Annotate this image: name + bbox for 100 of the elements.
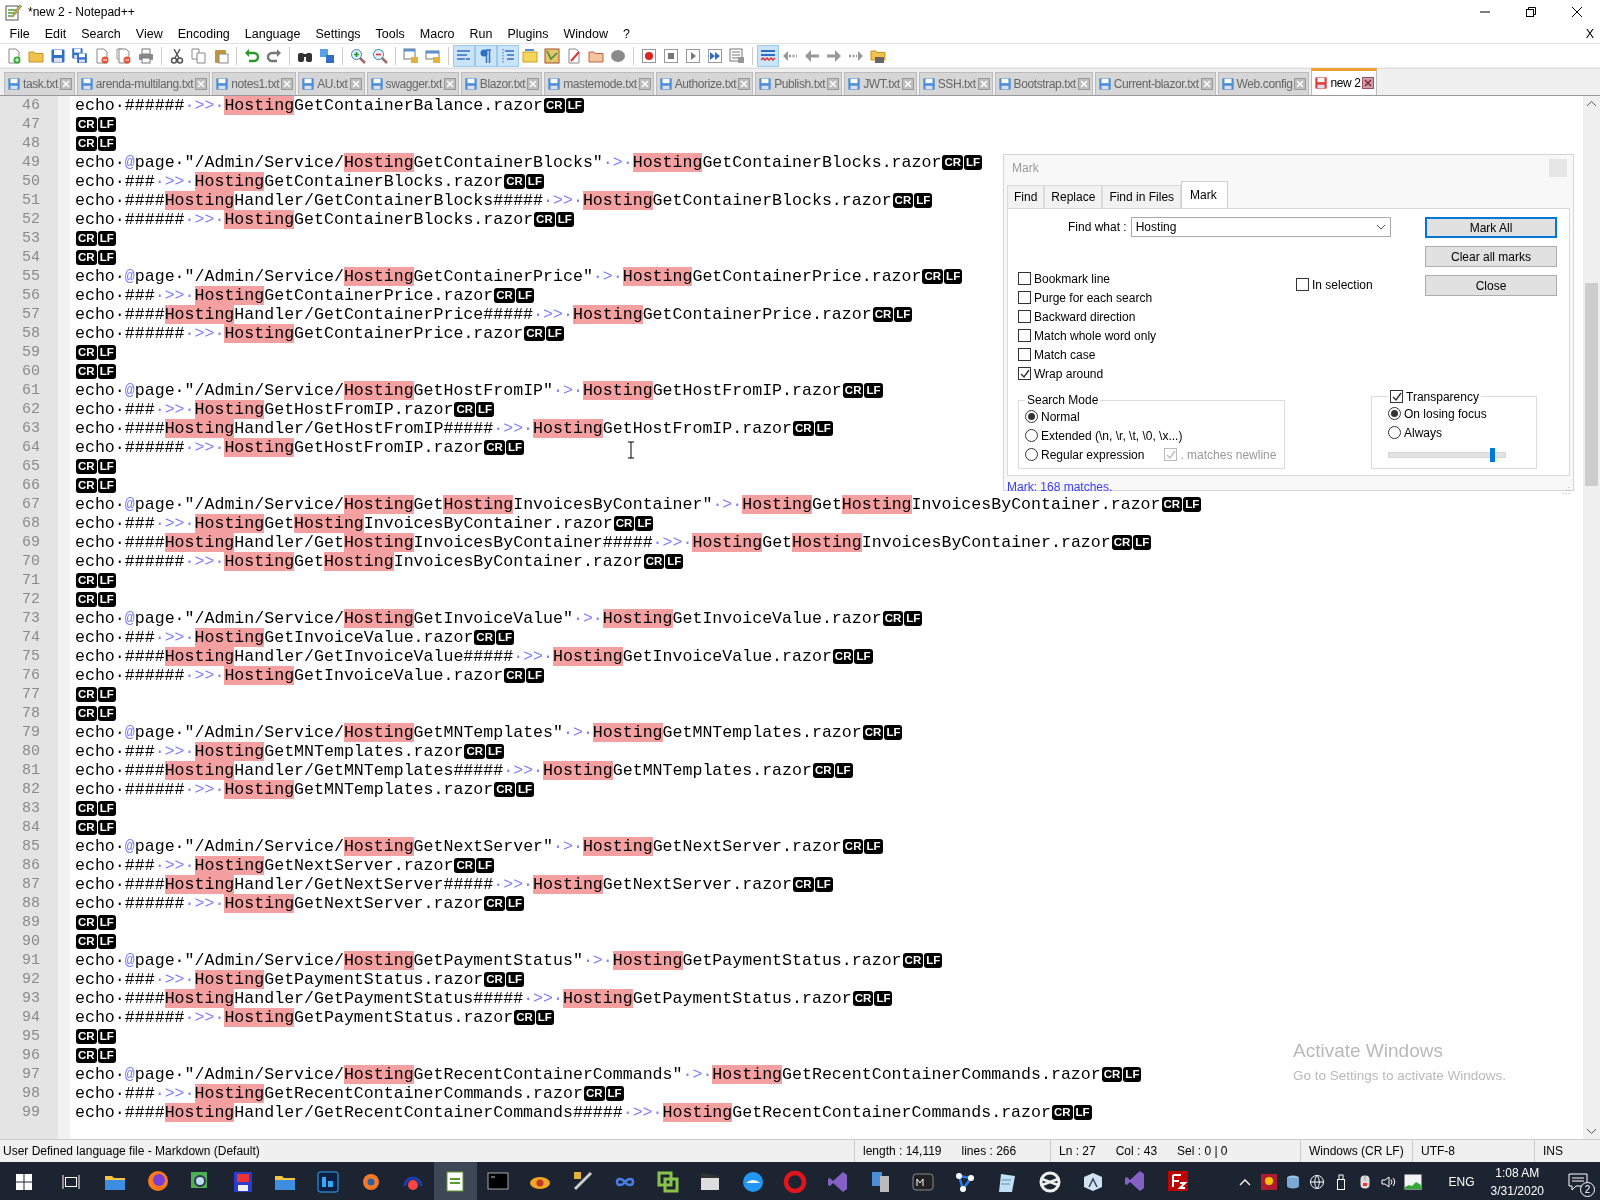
notepad-icon	[4, 3, 22, 21]
line-number: 79	[21, 723, 41, 742]
match-count-text: Mark: 168 matches.	[1007, 480, 1113, 494]
file-tab[interactable]: Blazor.txt	[460, 72, 543, 95]
dialog-tab[interactable]: Find	[1007, 185, 1045, 208]
menu-item[interactable]: View	[128, 26, 171, 41]
clock-date[interactable]: 3/31/2020	[1490, 1184, 1544, 1198]
dialog-tab[interactable]: Find in Files	[1102, 185, 1182, 208]
file-tab[interactable]: Web.config	[1217, 72, 1310, 95]
status-text: Sel : 0 | 0	[1177, 1144, 1228, 1158]
file-tab[interactable]: Current-blazor.txt	[1094, 72, 1216, 95]
checkbox[interactable]	[1018, 291, 1031, 304]
file-tab[interactable]: mastemode.txt	[544, 72, 654, 95]
file-tab[interactable]: swagger.txt	[366, 72, 459, 95]
file-tab[interactable]: task.txt	[4, 72, 75, 95]
scroll-up-icon[interactable]	[1587, 101, 1596, 107]
menu-item[interactable]: Edit	[37, 26, 74, 41]
close-document-button[interactable]: X	[1585, 26, 1594, 41]
resize-grip-icon[interactable]	[1562, 486, 1570, 494]
menu-item[interactable]: Search	[73, 26, 129, 41]
line-number: 69	[21, 533, 41, 552]
menu-item[interactable]: Macro	[412, 26, 463, 41]
chevron-up-icon[interactable]	[1238, 1178, 1251, 1186]
checkbox[interactable]	[1018, 367, 1031, 380]
help-icon[interactable]	[1260, 1174, 1277, 1190]
file-tab[interactable]: AU.txt	[298, 72, 365, 95]
code-line: CR LF	[75, 591, 116, 609]
radio-button[interactable]	[1388, 426, 1401, 439]
menu-item[interactable]: ?	[615, 26, 638, 41]
checkbox[interactable]	[1296, 278, 1309, 291]
radio-button[interactable]	[1025, 410, 1038, 423]
line-number: 60	[21, 362, 41, 381]
radio-button[interactable]	[1025, 429, 1038, 442]
knot-icon	[1038, 1170, 1063, 1194]
menu-item[interactable]: Language	[237, 26, 308, 41]
ring-icon	[783, 1170, 808, 1194]
code-line: CR LF	[75, 1047, 116, 1065]
line-number: 63	[21, 419, 41, 438]
taskbar-button[interactable]	[434, 1162, 477, 1200]
checkbox[interactable]	[1018, 272, 1031, 285]
dialog-button[interactable]: Mark All	[1425, 217, 1557, 238]
checkbox[interactable]	[1390, 390, 1403, 403]
file-tab[interactable]: arenda-multilang.txt	[76, 72, 211, 95]
line-number: 64	[21, 438, 41, 457]
line-number: 78	[21, 704, 41, 723]
line-number: 84	[21, 818, 41, 837]
scrollbar[interactable]	[1583, 96, 1600, 1139]
dialog-tab[interactable]: Replace	[1044, 185, 1103, 208]
speaker-icon[interactable]	[1379, 1174, 1398, 1190]
usb-drive-icon[interactable]	[1334, 1174, 1347, 1190]
menu-item[interactable]: Window	[555, 26, 616, 41]
file-tab[interactable]: Publish.txt	[755, 72, 843, 95]
line-number: 58	[21, 324, 41, 343]
file-tab[interactable]: Authorize.txt	[655, 72, 754, 95]
mouse-icon[interactable]	[1358, 1174, 1371, 1190]
document-minus-icon	[94, 47, 110, 64]
chart-icon[interactable]	[1403, 1174, 1422, 1190]
dialog-button[interactable]: Clear all marks	[1425, 246, 1557, 267]
find-field[interactable]: Hosting	[1130, 217, 1391, 237]
menu-item[interactable]: Plugins	[499, 26, 556, 41]
radio-label: Regular expression	[1041, 447, 1145, 462]
code-line: CR LF	[75, 914, 116, 932]
menu-item[interactable]: Settings	[307, 26, 369, 41]
database-icon[interactable]	[1284, 1174, 1301, 1190]
notification-icon[interactable]	[1568, 1173, 1588, 1191]
line-number: 86	[21, 856, 41, 875]
menu-item[interactable]: File	[2, 26, 38, 41]
globe-icon[interactable]	[1308, 1174, 1325, 1190]
file-tab[interactable]: notes1.txt	[212, 72, 297, 95]
radio-button[interactable]	[1388, 407, 1401, 420]
file-tab[interactable]: Bootstrap.txt	[994, 72, 1093, 95]
menu-item[interactable]: Encoding	[170, 26, 238, 41]
file-tab[interactable]: SSH.txt	[918, 72, 993, 95]
line-number: 52	[21, 210, 41, 229]
input-language[interactable]: ENG	[1448, 1175, 1475, 1189]
checkbox[interactable]	[1018, 348, 1031, 361]
scroll-down-icon[interactable]	[1587, 1128, 1596, 1134]
chevron-down-icon[interactable]	[1375, 224, 1386, 230]
scrollbar-thumb[interactable]	[1585, 283, 1598, 486]
slider-thumb[interactable]	[1490, 448, 1496, 462]
checkbox-label: Purge for each search	[1034, 290, 1153, 305]
file-tab[interactable]: new 2	[1311, 68, 1378, 95]
line-number: 56	[21, 286, 41, 305]
menu-item[interactable]: Tools	[368, 26, 413, 41]
close-icon[interactable]	[1571, 6, 1583, 18]
line-number: 98	[21, 1084, 41, 1103]
dialog-button[interactable]: Close	[1425, 275, 1557, 296]
dialog-tab[interactable]: Mark	[1181, 181, 1228, 208]
line-number: 51	[21, 191, 41, 210]
checkbox[interactable]	[1018, 310, 1031, 323]
checkbox-label: Backward direction	[1034, 309, 1136, 324]
menu-item[interactable]: Run	[462, 26, 500, 41]
file-tab[interactable]: JWT.txt	[844, 72, 917, 95]
radio-button[interactable]	[1025, 448, 1038, 461]
restore-icon[interactable]	[1525, 6, 1537, 18]
close-icon[interactable]	[1362, 77, 1375, 89]
clock-time[interactable]: 1:08 AM	[1495, 1166, 1540, 1180]
line-number: 94	[21, 1008, 41, 1027]
checkbox[interactable]	[1018, 329, 1031, 342]
zoom-in-icon	[350, 47, 366, 64]
